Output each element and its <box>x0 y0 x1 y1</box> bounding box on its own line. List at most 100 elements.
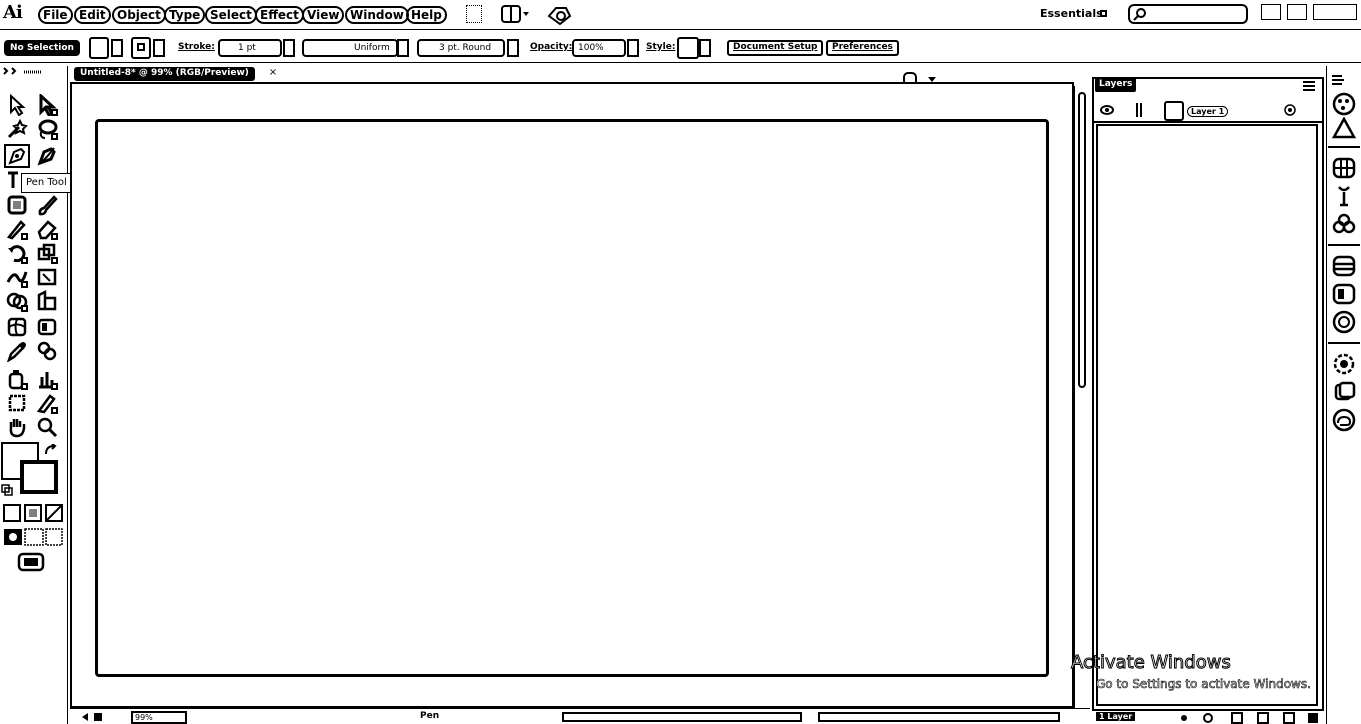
workspace-dropdown-icon[interactable] <box>1100 10 1107 17</box>
blend-tool-icon[interactable] <box>36 340 58 362</box>
menu-window[interactable]: Window <box>345 6 409 24</box>
color-panel-icon[interactable] <box>1331 92 1357 116</box>
gradient-panel-icon[interactable] <box>1331 282 1357 306</box>
status-nav-icons[interactable] <box>80 711 124 723</box>
profile-dropdown-icon[interactable] <box>397 39 409 57</box>
dock-separator <box>1328 342 1360 344</box>
zoom-level-field[interactable]: 99% <box>131 711 187 724</box>
column-graph-tool-icon[interactable] <box>36 368 58 390</box>
menu-select[interactable]: Select <box>205 6 257 24</box>
panel-grip-icon[interactable] <box>2 66 64 76</box>
selection-tool-icon[interactable] <box>6 94 28 116</box>
brush-dropdown-icon[interactable] <box>507 39 519 57</box>
preferences-button[interactable]: Preferences <box>826 40 899 56</box>
swatches-icon[interactable] <box>1331 156 1357 180</box>
mesh-tool-icon[interactable] <box>6 316 28 338</box>
perspective-grid-tool-icon[interactable] <box>36 290 58 312</box>
menu-view[interactable]: View <box>302 6 345 24</box>
hand-tool-icon[interactable] <box>6 416 28 438</box>
swap-fill-stroke-icon[interactable] <box>44 444 58 456</box>
stroke-weight-field[interactable]: 1 pt <box>218 39 282 57</box>
activate-windows-title: Activate Windows <box>1071 652 1232 674</box>
transparency-icon[interactable] <box>1331 310 1357 334</box>
layers-panel-footer-icons[interactable] <box>1176 712 1322 724</box>
menu-help[interactable]: Help <box>406 6 447 24</box>
gpu-performance-icon[interactable] <box>546 4 572 26</box>
curvature-tool-icon[interactable] <box>36 144 58 166</box>
arrange-documents-icon[interactable] <box>500 4 530 24</box>
gradient-tool-icon[interactable] <box>36 316 58 338</box>
close-tab-icon[interactable]: × <box>268 68 278 78</box>
menu-edit[interactable]: Edit <box>74 6 111 24</box>
stroke-label[interactable]: Stroke: <box>178 42 215 52</box>
creative-cloud-libraries-icon[interactable] <box>1331 408 1357 432</box>
draw-mode-icons[interactable] <box>3 528 63 546</box>
brush-value: 3 pt. Round <box>439 43 492 53</box>
paintbrush-tool-icon[interactable] <box>36 194 58 216</box>
screen-mode-icon[interactable] <box>17 552 45 572</box>
minimize-button[interactable] <box>1261 4 1281 20</box>
pen-tool-icon[interactable] <box>4 144 30 168</box>
graphic-styles-icon[interactable] <box>1331 380 1357 404</box>
fill-dropdown-icon[interactable] <box>111 39 123 57</box>
brushes-icon[interactable] <box>1331 184 1357 208</box>
shaper-tool-icon[interactable] <box>6 218 28 240</box>
fill-color-swatch[interactable] <box>89 37 109 59</box>
scale-tool-icon[interactable] <box>36 242 58 264</box>
rectangle-tool-icon[interactable] <box>6 194 28 216</box>
symbol-sprayer-tool-icon[interactable] <box>6 368 28 390</box>
width-tool-icon[interactable] <box>6 266 28 288</box>
menu-file[interactable]: File <box>38 6 73 24</box>
maximize-button[interactable] <box>1287 4 1307 20</box>
workspace-switcher[interactable]: Essentials <box>1040 7 1103 20</box>
default-fill-stroke-icon[interactable] <box>1 484 13 496</box>
type-tool-icon[interactable] <box>6 170 20 192</box>
eyedropper-tool-icon[interactable] <box>6 340 28 362</box>
panel-menu-icon[interactable] <box>1302 80 1316 92</box>
bridge-icon[interactable] <box>466 5 482 23</box>
stroke-dropdown-icon[interactable] <box>153 39 165 57</box>
status-bar-text[interactable]: Pen <box>420 711 439 721</box>
horizontal-scroll-track[interactable] <box>818 712 1060 722</box>
direct-selection-tool-icon[interactable] <box>36 94 58 116</box>
lock-toggle-icon[interactable] <box>1135 102 1143 118</box>
artboard[interactable] <box>95 119 1049 677</box>
slice-tool-icon[interactable] <box>36 392 58 414</box>
shape-builder-tool-icon[interactable] <box>6 290 28 312</box>
color-mode-icons[interactable] <box>3 504 63 522</box>
menu-type[interactable]: Type <box>164 6 206 24</box>
free-transform-tool-icon[interactable] <box>36 266 58 288</box>
document-tab[interactable]: Untitled-8* @ 99% (RGB/Preview) <box>74 67 255 81</box>
graphic-style-swatch[interactable] <box>677 37 699 59</box>
lasso-tool-icon[interactable] <box>36 118 58 140</box>
color-guide-icon[interactable] <box>1331 116 1357 140</box>
horizontal-scroll-thumb[interactable] <box>562 712 802 722</box>
style-label[interactable]: Style: <box>646 42 675 52</box>
opacity-label[interactable]: Opacity: <box>530 42 572 52</box>
stroke-color-box[interactable] <box>20 460 58 494</box>
menu-object[interactable]: Object <box>112 6 166 24</box>
artboard-tool-icon[interactable] <box>6 392 28 414</box>
appearance-icon[interactable] <box>1331 352 1357 376</box>
magic-wand-tool-icon[interactable] <box>6 118 28 140</box>
variable-width-profile[interactable]: Uniform <box>302 39 398 57</box>
layer-target-icon[interactable] <box>1284 104 1296 116</box>
visibility-eye-icon[interactable] <box>1100 104 1114 116</box>
vertical-scroll-thumb[interactable] <box>1078 92 1086 388</box>
menu-effect[interactable]: Effect <box>255 6 304 24</box>
stroke-panel-icon[interactable] <box>1331 254 1357 278</box>
close-button[interactable] <box>1313 4 1357 20</box>
style-dropdown-icon[interactable] <box>699 39 711 57</box>
eraser-tool-icon[interactable] <box>36 218 58 240</box>
opacity-field[interactable]: 100% <box>572 39 626 57</box>
document-setup-button[interactable]: Document Setup <box>727 40 824 56</box>
symbols-icon[interactable] <box>1331 212 1357 236</box>
stroke-color-swatch[interactable] <box>131 37 151 59</box>
zoom-tool-icon[interactable] <box>36 416 58 438</box>
opacity-dropdown-icon[interactable] <box>627 39 639 57</box>
rotate-tool-icon[interactable] <box>6 242 28 264</box>
layer-name[interactable]: Layer 1 <box>1187 106 1229 117</box>
layers-tab[interactable]: Layers <box>1095 78 1137 92</box>
stroke-weight-dropdown-icon[interactable] <box>283 39 295 57</box>
brush-definition[interactable]: 3 pt. Round <box>417 39 505 57</box>
